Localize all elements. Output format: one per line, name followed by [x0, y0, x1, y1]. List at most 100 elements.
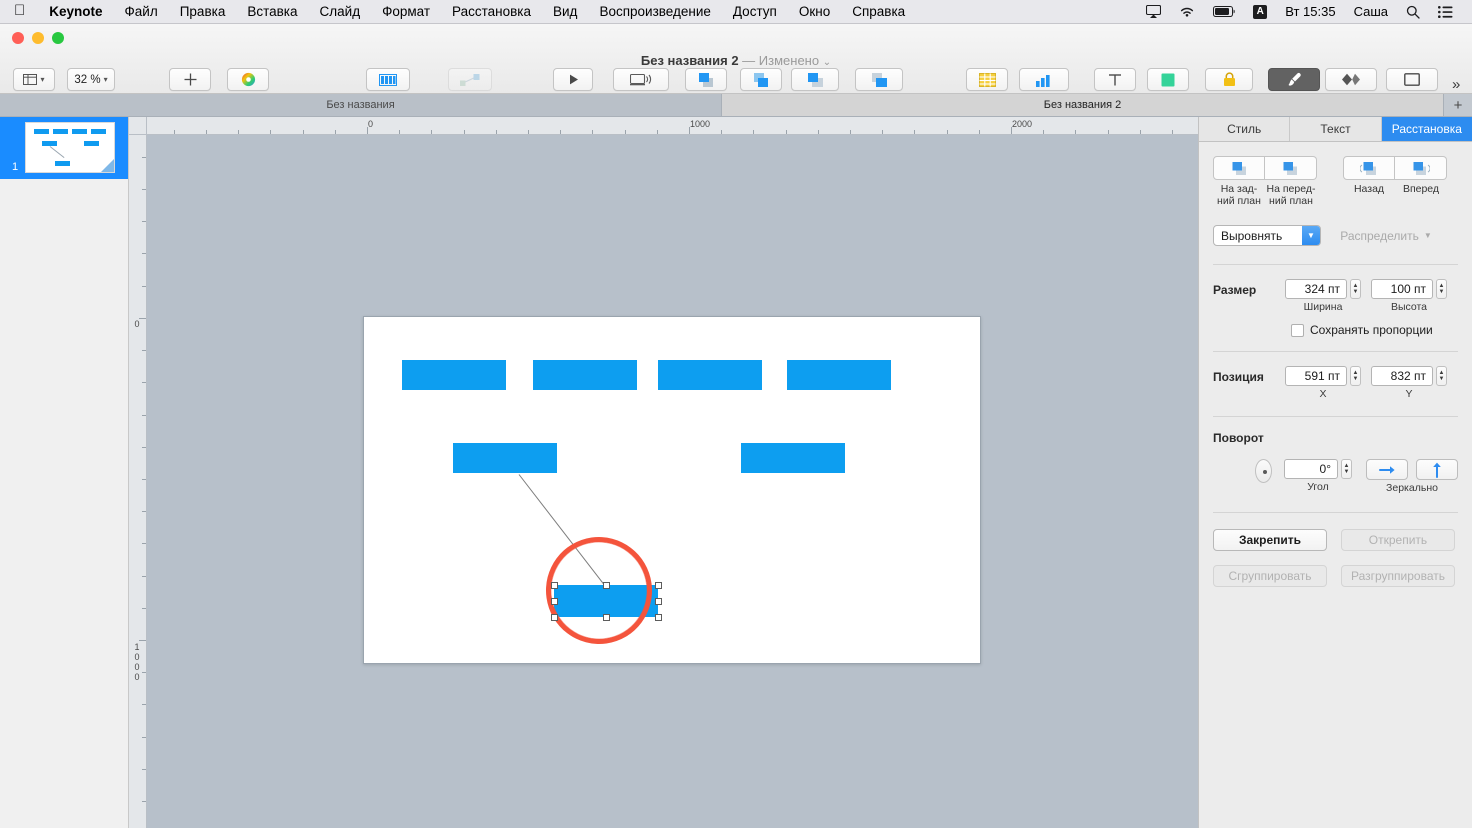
selection-handle-bc[interactable]: [603, 614, 610, 621]
position-y-stepper[interactable]: ▲ ▼: [1436, 366, 1447, 386]
canvas-rect-6[interactable]: [741, 443, 845, 473]
menu-item-format[interactable]: Формат: [371, 4, 441, 19]
tab-text[interactable]: Текст: [1290, 117, 1382, 141]
mirror-horizontal-button[interactable]: [1366, 459, 1408, 480]
angle-stepper[interactable]: ▲ ▼: [1341, 459, 1352, 479]
menu-clock[interactable]: Вт 15:35: [1276, 4, 1344, 19]
search-icon[interactable]: [1397, 5, 1429, 19]
width-stepper[interactable]: ▲ ▼: [1350, 279, 1361, 299]
menu-item-file[interactable]: Файл: [114, 4, 169, 19]
canvas-rect-5[interactable]: [453, 443, 557, 473]
close-button[interactable]: [12, 32, 24, 44]
menu-item-window[interactable]: Окно: [788, 4, 841, 19]
menu-item-edit[interactable]: Правка: [169, 4, 237, 19]
send-to-back-icon: [871, 72, 887, 87]
width-input[interactable]: 324 пт: [1285, 279, 1347, 299]
mirror-vertical-button[interactable]: [1416, 459, 1458, 480]
position-x-stepper[interactable]: ▲ ▼: [1350, 366, 1361, 386]
control-center-icon[interactable]: [1429, 5, 1462, 18]
menu-item-insert[interactable]: Вставка: [236, 4, 308, 19]
slide-thumbnail[interactable]: [25, 122, 115, 173]
guides-icon: [378, 73, 397, 86]
menu-item-arrange[interactable]: Расстановка: [441, 4, 542, 19]
menu-item-keynote[interactable]: Keynote: [38, 4, 113, 19]
wifi-icon[interactable]: [1170, 6, 1204, 18]
height-stepper[interactable]: ▲ ▼: [1436, 279, 1447, 299]
selection-handle-mr[interactable]: [655, 598, 662, 605]
menu-user-name[interactable]: Саша: [1345, 4, 1397, 19]
airplay-icon[interactable]: [1137, 5, 1170, 18]
minimize-button[interactable]: [32, 32, 44, 44]
selection-handle-tl[interactable]: [551, 582, 558, 589]
backward-label: Назад: [1353, 183, 1385, 195]
rotation-dial-handle[interactable]: [1263, 470, 1267, 474]
selection-handle-ml[interactable]: [551, 598, 558, 605]
angle-input[interactable]: 0°: [1284, 459, 1338, 479]
rotation-section-label: Поворот: [1213, 431, 1264, 445]
slide-surface[interactable]: [363, 316, 981, 664]
menu-bar:  Keynote Файл Правка Вставка Слайд Форм…: [0, 0, 1472, 24]
order-buttons-row: На зад- ний план На перед- ний план Наза…: [1213, 156, 1458, 207]
tab-untitled-2[interactable]: Без названия 2: [722, 94, 1444, 116]
canvas-rect-1[interactable]: [402, 360, 506, 390]
position-x-input[interactable]: 591 пт: [1285, 366, 1347, 386]
send-to-back-icon: [1232, 161, 1246, 175]
height-input[interactable]: 100 пт: [1371, 279, 1433, 299]
inspector-bring-to-front-button[interactable]: [1265, 156, 1317, 180]
view-panes-icon: [23, 74, 38, 85]
constrain-proportions-checkbox[interactable]: [1291, 323, 1304, 337]
menu-item-share[interactable]: Доступ: [722, 4, 788, 19]
chevron-down-icon[interactable]: ⌄: [823, 57, 831, 68]
constrain-proportions-row[interactable]: Сохранять пропорции: [1213, 323, 1458, 337]
tab-untitled[interactable]: Без названия: [0, 94, 722, 116]
chevron-down-icon: ▾: [103, 75, 108, 84]
menu-item-play[interactable]: Воспроизведение: [588, 4, 721, 19]
ungroup-button: Разгруппировать: [1341, 565, 1455, 587]
angle-field-group: 0° ▲ ▼ Угол: [1284, 459, 1352, 493]
constrain-proportions-label: Сохранять пропорции: [1310, 323, 1433, 337]
input-source-indicator[interactable]: A: [1244, 4, 1276, 19]
vertical-ruler[interactable]: 0 1 0 0 0: [129, 135, 147, 828]
canvas-rect-2[interactable]: [533, 360, 637, 390]
document-title: Без названия 2: [640, 53, 739, 68]
selection-handle-tr[interactable]: [655, 582, 662, 589]
inspector-send-to-back-button[interactable]: [1213, 156, 1265, 180]
table-icon: [978, 72, 996, 87]
position-y-input[interactable]: 832 пт: [1371, 366, 1433, 386]
inspector-forward-button[interactable]: [1395, 156, 1447, 180]
selection-handle-tc[interactable]: [603, 582, 610, 589]
apple-logo-icon[interactable]: : [0, 3, 38, 18]
slide-navigator-item-1[interactable]: 1: [0, 117, 128, 179]
inspector-backward-button[interactable]: [1343, 156, 1395, 180]
group-button: Сгруппировать: [1213, 565, 1327, 587]
broadcast-icon: [630, 73, 652, 86]
menu-item-slide[interactable]: Слайд: [309, 4, 372, 19]
align-dropdown[interactable]: Выровнять ▼: [1213, 225, 1321, 246]
battery-icon[interactable]: [1204, 6, 1244, 17]
send-to-back-label-l2: ний план: [1217, 195, 1261, 207]
x-field-group: 591 пт ▲ ▼ X: [1285, 366, 1361, 400]
tab-style[interactable]: Стиль: [1199, 117, 1291, 141]
toolbar-overflow[interactable]: »: [1452, 76, 1460, 93]
new-tab-button[interactable]: +: [1444, 94, 1472, 116]
canvas-rect-4[interactable]: [787, 360, 891, 390]
menu-item-view[interactable]: Вид: [542, 4, 588, 19]
slide-canvas-area[interactable]: [147, 135, 1198, 828]
rotation-dial[interactable]: [1255, 459, 1272, 483]
lock-button[interactable]: Закрепить: [1213, 529, 1327, 551]
vruler-label-1000: 1 0 0 0: [134, 642, 140, 682]
selection-handle-bl[interactable]: [551, 614, 558, 621]
red-ink-circle: [539, 530, 659, 651]
bring-to-front-label-l2: ний план: [1269, 195, 1313, 207]
inspector-tabs: Стиль Текст Расстановка: [1199, 117, 1472, 142]
canvas-rect-3[interactable]: [658, 360, 762, 390]
selection-handle-br[interactable]: [655, 614, 662, 621]
tab-arrange[interactable]: Расстановка: [1381, 117, 1472, 141]
bring-to-front-label-l1: На перед-: [1266, 183, 1316, 195]
thumbnail-corner-fold: [101, 159, 114, 172]
slide-number: 1: [12, 161, 19, 173]
horizontal-ruler[interactable]: 0 1000 2000: [147, 117, 1198, 135]
maximize-button[interactable]: [52, 32, 64, 44]
menu-item-help[interactable]: Справка: [841, 4, 916, 19]
zoom-value: 32 %: [74, 73, 101, 86]
